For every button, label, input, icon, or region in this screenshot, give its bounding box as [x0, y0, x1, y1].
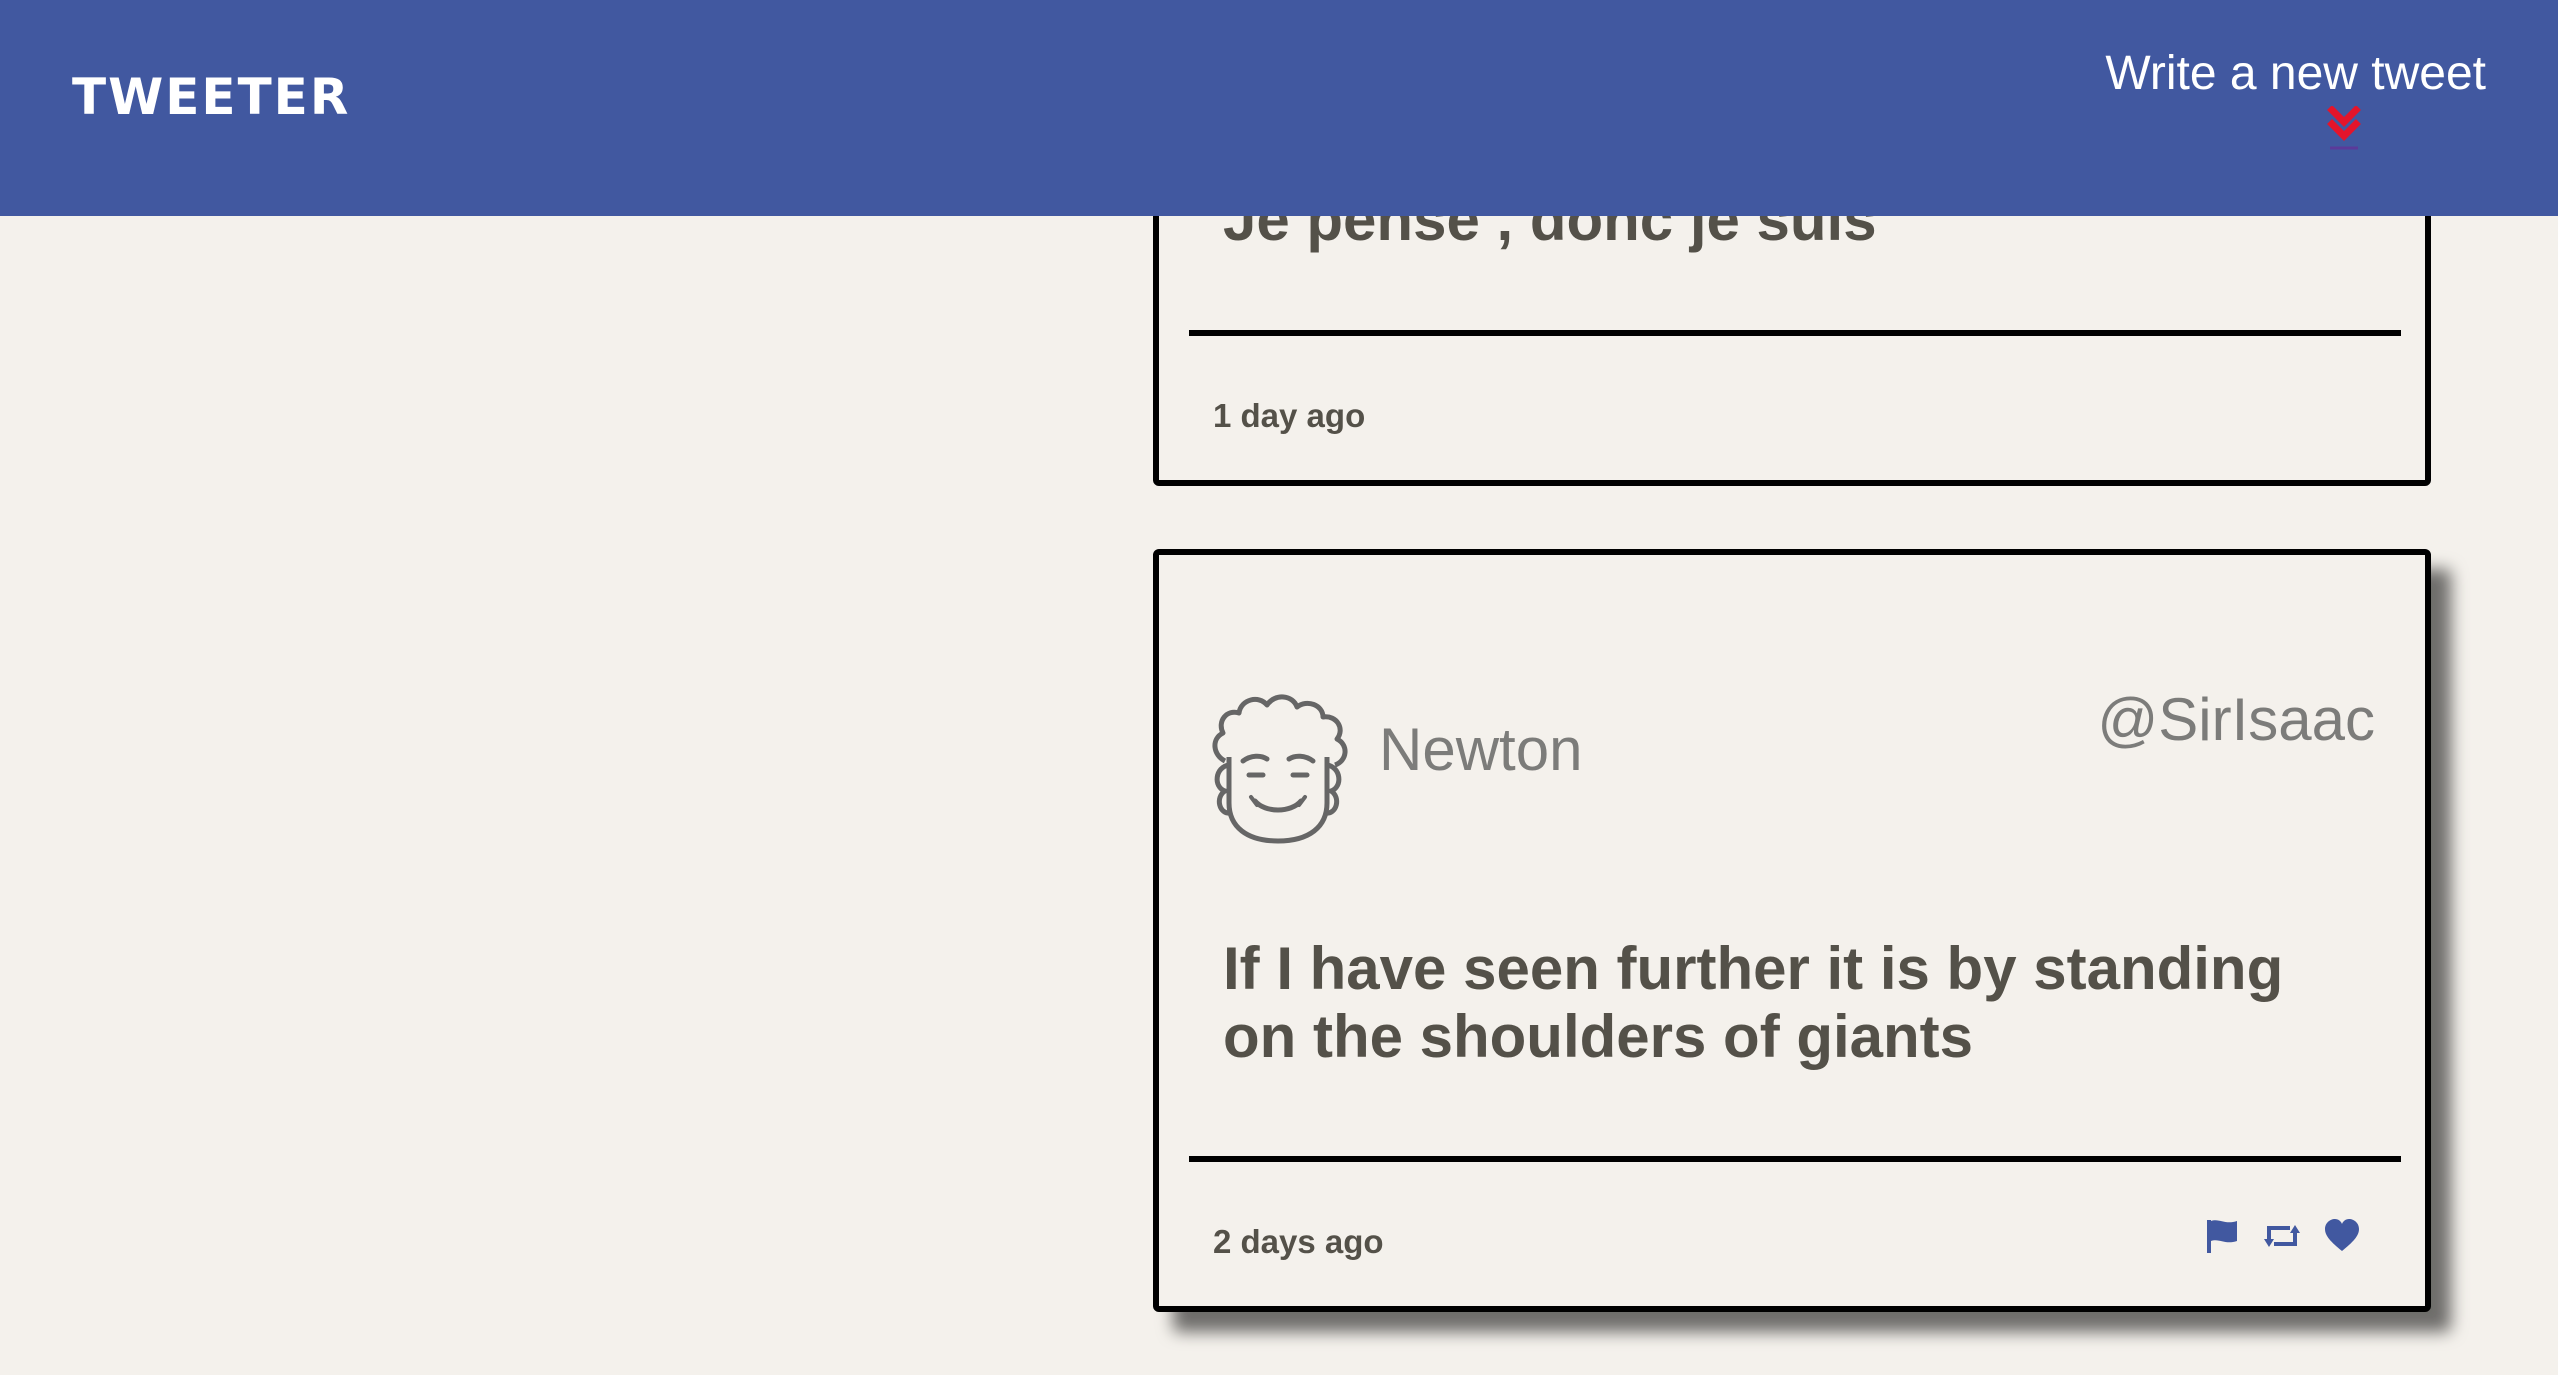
flag-icon[interactable] — [2203, 1217, 2241, 1255]
tweet-card: Newton @SirIsaac If I have seen further … — [1153, 549, 2431, 1312]
tweet-divider — [1189, 330, 2401, 336]
tweet-timestamp: 2 days ago — [1213, 1223, 1384, 1260]
brand-logo[interactable]: TWEETER — [72, 68, 350, 126]
tweet-content: If I have seen further it is by standing… — [1223, 935, 2284, 1070]
write-new-tweet-button[interactable]: Write a new tweet — [2086, 44, 2486, 154]
heart-icon[interactable] — [2323, 1217, 2361, 1255]
tweet-divider — [1189, 1156, 2401, 1162]
tweet-actions — [2203, 1217, 2361, 1255]
double-chevron-down-icon[interactable] — [2324, 106, 2364, 154]
avatar-icon — [1212, 694, 1348, 844]
tweet-timestamp: 1 day ago — [1213, 397, 1366, 434]
write-new-tweet-label[interactable]: Write a new tweet — [2086, 44, 2486, 104]
author-handle: @SirIsaac — [2097, 686, 2375, 753]
retweet-icon[interactable] — [2263, 1217, 2301, 1255]
top-nav: TWEETER Write a new tweet — [0, 0, 2558, 216]
author-name: Newton — [1379, 716, 1583, 783]
